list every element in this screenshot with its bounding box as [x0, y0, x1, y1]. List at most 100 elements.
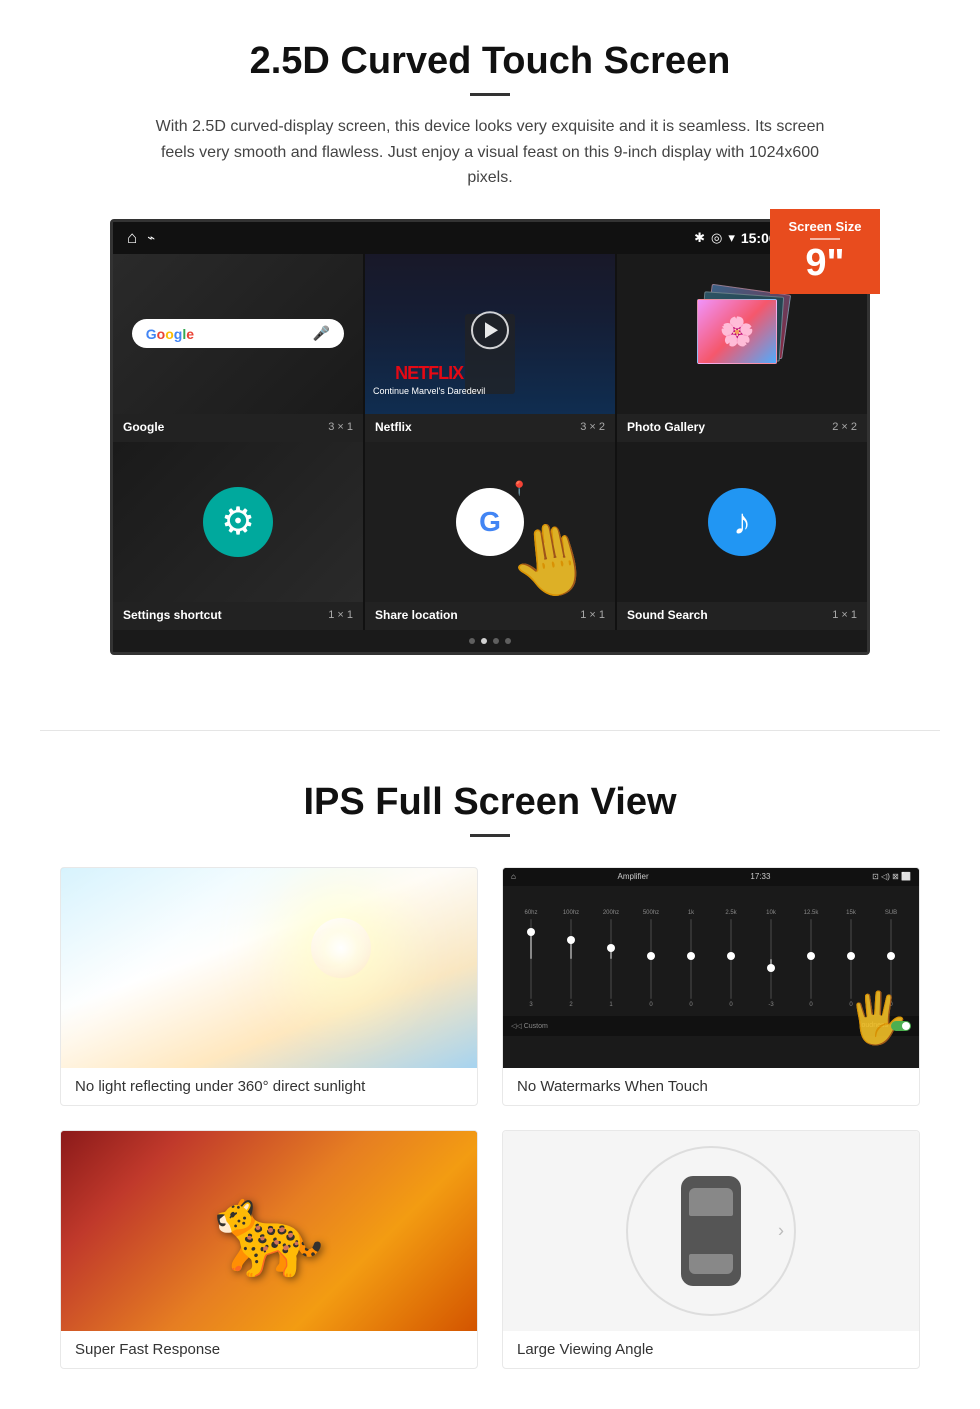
car-image: ›: [503, 1131, 919, 1331]
eq-handle-10: [887, 952, 895, 960]
car-arrow-icon: ›: [778, 1220, 784, 1241]
car-body: [681, 1176, 741, 1286]
sunlight-caption: No light reflecting under 360° direct su…: [61, 1068, 477, 1105]
settings-label-size: 1 × 1: [328, 609, 353, 621]
usb-icon: ⌁: [147, 230, 155, 246]
netflix-cell-content: NETFLIX Continue Marvel's Daredevil: [365, 254, 615, 414]
section1-title: 2.5D Curved Touch Screen: [60, 40, 920, 83]
eq-col-5: 1k 0: [673, 910, 709, 1008]
netflix-label-overlay: NETFLIX Continue Marvel's Daredevil: [373, 363, 485, 396]
google-mic-icon: 🎤: [313, 325, 330, 342]
amp-custom-label: ◁◁ Custom: [511, 1022, 548, 1030]
share-location-app-cell[interactable]: G 📍 🤚: [365, 442, 615, 602]
status-bar-left: ⌂ ⌁: [127, 228, 155, 248]
amp-title: Amplifier: [618, 872, 649, 881]
sky-gradient: [61, 868, 477, 1068]
eq-val-8: 0: [809, 1002, 812, 1008]
section-divider-line: [40, 730, 940, 731]
amp-status-bar: ⌂ Amplifier 17:33 ⊡ ◁) ⊠ ⬜: [503, 868, 919, 886]
share-bg: G 📍 🤚: [365, 442, 615, 602]
sunlight-visual: [61, 868, 477, 1068]
android-screen: ⌂ ⌁ ✱ ◎ ▾ 15:06 ⊡ ◁) ⊠ ⬜: [110, 219, 870, 655]
cheetah-icon: 🐆: [213, 1178, 325, 1283]
sunlight-image: [61, 868, 477, 1068]
nav-dot-4: [505, 638, 511, 644]
flower-emoji: 🌸: [720, 315, 755, 348]
google-logo: Google: [146, 326, 194, 342]
feature-sunlight-card: No light reflecting under 360° direct su…: [60, 867, 478, 1106]
netflix-bg: NETFLIX Continue Marvel's Daredevil: [365, 254, 615, 414]
car-caption: Large Viewing Angle: [503, 1331, 919, 1368]
feature-amplifier-card: ⌂ Amplifier 17:33 ⊡ ◁) ⊠ ⬜ 60hz: [502, 867, 920, 1106]
eq-handle-1: [527, 928, 535, 936]
feature-car-card: › Large Viewing Angle: [502, 1130, 920, 1369]
eq-track-6: [730, 919, 732, 999]
sun-glow: [311, 918, 371, 978]
eq-val-3: 1: [609, 1002, 612, 1008]
settings-app-cell[interactable]: ⚙: [113, 442, 363, 602]
eq-track-4: [650, 919, 652, 999]
sound-search-app-cell[interactable]: ♪: [617, 442, 867, 602]
amplifier-visual: ⌂ Amplifier 17:33 ⊡ ◁) ⊠ ⬜ 60hz: [503, 868, 919, 1068]
share-label-name: Share location: [375, 608, 458, 622]
eq-track-2: [570, 919, 572, 999]
netflix-play-button[interactable]: [471, 311, 509, 349]
settings-label: Settings shortcut 1 × 1: [113, 602, 363, 630]
eq-handle-7: [767, 964, 775, 972]
hand-gesture-icon: 🤚: [501, 513, 601, 602]
amp-time: 17:33: [750, 872, 770, 881]
section2-title: IPS Full Screen View: [60, 781, 920, 824]
share-label-size: 1 × 1: [580, 609, 605, 621]
settings-bg: ⚙: [113, 442, 363, 602]
settings-cell-content: ⚙: [113, 442, 363, 602]
car-circle: ›: [626, 1146, 796, 1316]
eq-col-2: 100hz 2: [553, 910, 589, 1008]
amplifier-caption: No Watermarks When Touch: [503, 1068, 919, 1105]
sound-label: Sound Search 1 × 1: [617, 602, 867, 630]
nav-dot-2: [481, 638, 487, 644]
eq-col-4: 500hz 0: [633, 910, 669, 1008]
home-icon: ⌂: [127, 228, 137, 248]
netflix-logo-text: NETFLIX: [373, 363, 485, 384]
app-grid-row1: Google 🎤: [113, 254, 867, 414]
features-grid: No light reflecting under 360° direct su…: [60, 867, 920, 1369]
music-note-icon: ♪: [733, 501, 751, 543]
eq-track-1: [530, 919, 532, 999]
share-label: Share location 1 × 1: [365, 602, 615, 630]
eq-label-1: 60hz: [524, 910, 537, 916]
cheetah-caption: Super Fast Response: [61, 1331, 477, 1368]
eq-label-7: 10k: [766, 910, 776, 916]
badge-divider: [810, 238, 840, 240]
eq-label-8: 12.5k: [804, 910, 819, 916]
google-cell-content: Google 🎤: [113, 254, 363, 414]
gallery-label-name: Photo Gallery: [627, 420, 705, 434]
eq-val-4: 0: [649, 1002, 652, 1008]
car-rear-window: [689, 1254, 733, 1274]
eq-track-7: [770, 919, 772, 999]
eq-handle-4: [647, 952, 655, 960]
curved-screen-section: 2.5D Curved Touch Screen With 2.5D curve…: [0, 0, 980, 690]
cheetah-visual: 🐆: [61, 1131, 477, 1331]
gallery-label: Photo Gallery 2 × 2: [617, 414, 867, 442]
eq-handle-5: [687, 952, 695, 960]
eq-handle-8: [807, 952, 815, 960]
section1-description: With 2.5D curved-display screen, this de…: [150, 114, 830, 191]
amplifier-image: ⌂ Amplifier 17:33 ⊡ ◁) ⊠ ⬜ 60hz: [503, 868, 919, 1068]
netflix-label-size: 3 × 2: [580, 421, 605, 433]
eq-val-2: 2: [569, 1002, 572, 1008]
eq-track-3: [610, 919, 612, 999]
eq-handle-2: [567, 936, 575, 944]
photo-card-3: 🌸: [697, 299, 777, 364]
netflix-label: Netflix 3 × 2: [365, 414, 615, 442]
eq-label-2: 100hz: [563, 910, 579, 916]
eq-track-5: [690, 919, 692, 999]
car-visual: ›: [503, 1131, 919, 1331]
google-app-cell[interactable]: Google 🎤: [113, 254, 363, 414]
nav-dots: [113, 630, 867, 652]
eq-handle-3: [607, 944, 615, 952]
eq-val-7: -3: [768, 1002, 773, 1008]
eq-label-5: 1k: [688, 910, 694, 916]
google-search-bar[interactable]: Google 🎤: [132, 319, 345, 348]
netflix-app-cell[interactable]: NETFLIX Continue Marvel's Daredevil: [365, 254, 615, 414]
app-labels-row2: Settings shortcut 1 × 1 Share location 1…: [113, 602, 867, 630]
